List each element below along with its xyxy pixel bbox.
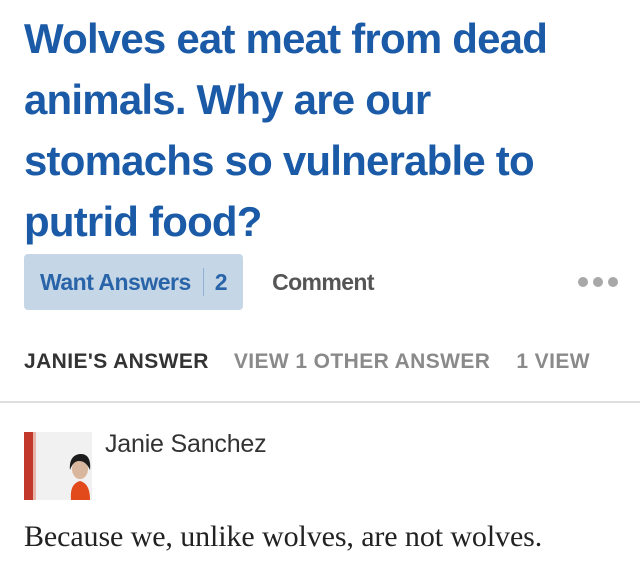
question-title: Wolves eat meat from dead animals. Why a… — [24, 15, 548, 245]
view-count: 1 VIEW — [516, 350, 590, 373]
tab-view-other-answer[interactable]: VIEW 1 OTHER ANSWER — [234, 350, 491, 374]
answer-text: Because we, unlike wolves, are not wolve… — [24, 520, 543, 553]
tab-current-answer[interactable]: JANIE'S ANSWER — [24, 350, 209, 374]
want-answers-separator — [202, 268, 204, 296]
more-options-icon[interactable] — [568, 277, 618, 287]
avatar[interactable] — [24, 432, 92, 500]
avatar-photo — [24, 432, 92, 500]
comment-button[interactable]: Comment — [272, 269, 374, 296]
want-answers-button[interactable]: Want Answers 2 — [24, 254, 244, 310]
want-answers-label: Want Answers — [40, 268, 191, 295]
question-actions: Want Answers 2 Comment — [24, 254, 618, 310]
answer-tabs: JANIE'S ANSWER VIEW 1 OTHER ANSWER 1 VIE… — [24, 350, 632, 374]
answer-author-name[interactable]: Janie Sanchez — [105, 430, 267, 459]
want-answers-count: 2 — [214, 268, 228, 295]
section-divider — [0, 401, 640, 403]
